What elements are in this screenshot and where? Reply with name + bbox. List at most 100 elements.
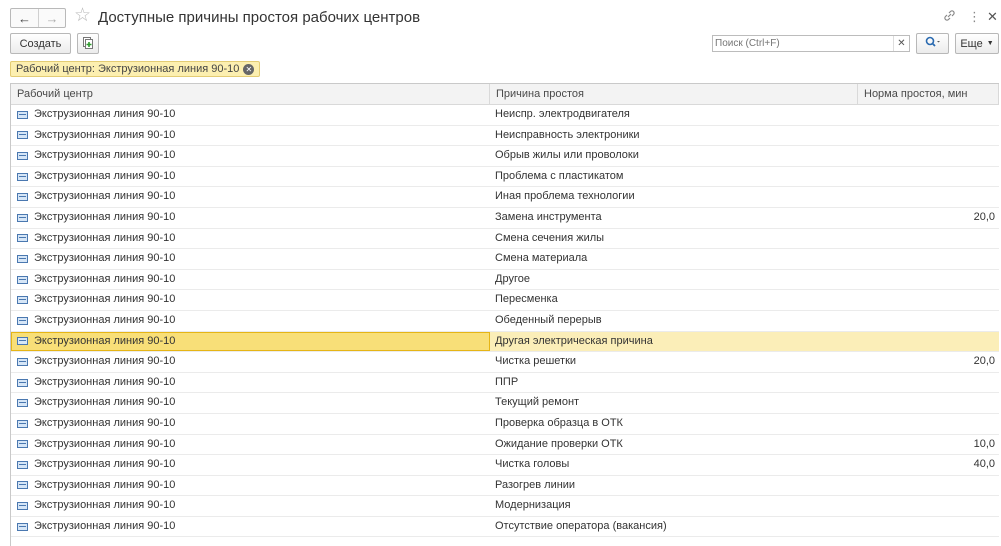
table-row[interactable]: Экструзионная линия 90-10 Ожидание провер… (11, 435, 999, 456)
create-button[interactable]: Создать (10, 33, 71, 54)
cell-downtime-reason[interactable]: Проблема с пластикатом (490, 167, 858, 187)
table-row[interactable]: Экструзионная линия 90-10 Пересменка (11, 290, 999, 311)
cell-downtime-reason[interactable]: Обрыв жилы или проволоки (490, 146, 858, 166)
cell-downtime-reason[interactable]: Смена сечения жилы (490, 229, 858, 249)
cell-work-center[interactable]: Экструзионная линия 90-10 (11, 290, 490, 310)
cell-work-center[interactable]: Экструзионная линия 90-10 (11, 373, 490, 393)
forward-button[interactable]: → (38, 9, 65, 27)
cell-downtime-reason[interactable]: Замена инструмента (490, 208, 858, 228)
cell-downtime-reason[interactable]: Другая электрическая причина (490, 332, 858, 352)
cell-work-center[interactable]: Экструзионная линия 90-10 (11, 105, 490, 125)
cell-work-center[interactable]: Экструзионная линия 90-10 (11, 517, 490, 537)
cell-downtime-reason[interactable]: Текущий ремонт (490, 393, 858, 413)
cell-work-center[interactable]: Экструзионная линия 90-10 (11, 414, 490, 434)
cell-downtime-reason[interactable]: Неисправность электроники (490, 126, 858, 146)
cell-downtime-reason[interactable]: Чистка решетки (490, 352, 858, 372)
cell-work-center[interactable]: Экструзионная линия 90-10 (11, 249, 490, 269)
cell-work-center[interactable]: Экструзионная линия 90-10 (11, 435, 490, 455)
cell-work-center[interactable]: Экструзионная линия 90-10 (11, 331, 490, 352)
cell-downtime-norm[interactable] (858, 249, 999, 269)
table-row[interactable]: Экструзионная линия 90-10 Текущий ремонт (11, 393, 999, 414)
cell-work-center[interactable]: Экструзионная линия 90-10 (11, 496, 490, 516)
cell-work-center[interactable]: Экструзионная линия 90-10 (11, 229, 490, 249)
table-row[interactable]: Экструзионная линия 90-10 ППР (11, 373, 999, 394)
link-icon[interactable] (943, 9, 956, 26)
cell-downtime-norm[interactable] (858, 229, 999, 249)
cell-downtime-reason[interactable]: Другое (490, 270, 858, 290)
cell-work-center[interactable]: Экструзионная линия 90-10 (11, 146, 490, 166)
cell-work-center[interactable]: Экструзионная линия 90-10 (11, 126, 490, 146)
table-row[interactable]: Экструзионная линия 90-10 Другое (11, 270, 999, 291)
cell-work-center[interactable]: Экструзионная линия 90-10 (11, 476, 490, 496)
column-header-downtime-reason[interactable]: Причина простоя (490, 84, 858, 104)
table-row[interactable]: Экструзионная линия 90-10 Иная проблема т… (11, 187, 999, 208)
cell-downtime-norm[interactable] (858, 393, 999, 413)
cell-work-center[interactable]: Экструзионная линия 90-10 (11, 393, 490, 413)
cell-work-center[interactable]: Экструзионная линия 90-10 (11, 270, 490, 290)
cell-downtime-reason[interactable]: ППР (490, 373, 858, 393)
cell-downtime-norm[interactable]: 40,0 (858, 455, 999, 475)
table-row[interactable]: Экструзионная линия 90-10 Разогрев линии (11, 476, 999, 497)
cell-downtime-norm[interactable] (858, 270, 999, 290)
cell-downtime-reason[interactable]: Смена материала (490, 249, 858, 269)
table-row[interactable]: Экструзионная линия 90-10 Смена материала (11, 249, 999, 270)
table-row[interactable]: Экструзионная линия 90-10 Другая электрич… (11, 331, 999, 353)
cell-downtime-reason[interactable]: Модернизация (490, 496, 858, 516)
table-row[interactable]: Экструзионная линия 90-10 Чистка головы 40… (11, 455, 999, 476)
table-row[interactable]: Экструзионная линия 90-10 Модернизация (11, 496, 999, 517)
close-icon[interactable]: ✕ (987, 9, 998, 25)
table-row[interactable]: Экструзионная линия 90-10 Неиспр. электро… (11, 105, 999, 126)
table-row[interactable]: Экструзионная линия 90-10 Чистка решетки 2… (11, 352, 999, 373)
cell-downtime-norm[interactable] (858, 311, 999, 331)
back-button[interactable]: ← (11, 9, 38, 27)
cell-work-center[interactable]: Экструзионная линия 90-10 (11, 167, 490, 187)
cell-downtime-reason[interactable]: Ожидание проверки ОТК (490, 435, 858, 455)
search-button[interactable] (916, 33, 949, 54)
table-row[interactable]: Экструзионная линия 90-10 Замена инструме… (11, 208, 999, 229)
cell-work-center[interactable]: Экструзионная линия 90-10 (11, 208, 490, 228)
cell-downtime-reason[interactable]: Проверка образца в ОТК (490, 414, 858, 434)
more-actions-button[interactable]: Еще ▼ (955, 33, 999, 54)
cell-downtime-reason[interactable]: Отсутствие оператора (вакансия) (490, 517, 858, 537)
cell-downtime-norm[interactable] (858, 187, 999, 207)
table-row[interactable]: Экструзионная линия 90-10 Смена сечения ж… (11, 229, 999, 250)
more-vertical-icon[interactable]: ⋮ (968, 9, 981, 25)
column-header-downtime-norm[interactable]: Норма простоя, мин (858, 84, 999, 104)
column-header-work-center[interactable]: Рабочий центр (11, 84, 490, 104)
table-row[interactable]: Экструзионная линия 90-10 Проверка образц… (11, 414, 999, 435)
star-icon[interactable]: ☆ (74, 6, 91, 26)
cell-downtime-reason[interactable]: Иная проблема технологии (490, 187, 858, 207)
remove-filter-icon[interactable]: ✕ (243, 63, 255, 75)
cell-downtime-norm[interactable]: 20,0 (858, 208, 999, 228)
cell-downtime-norm[interactable] (858, 476, 999, 496)
table-row[interactable]: Экструзионная линия 90-10 Отсутствие опер… (11, 517, 999, 538)
cell-downtime-norm[interactable]: 20,0 (858, 352, 999, 372)
cell-work-center[interactable]: Экструзионная линия 90-10 (11, 455, 490, 475)
cell-downtime-norm[interactable] (858, 105, 999, 125)
cell-downtime-norm[interactable] (858, 146, 999, 166)
table-row[interactable]: Экструзионная линия 90-10 Проблема с плас… (11, 167, 999, 188)
cell-downtime-reason[interactable]: Разогрев линии (490, 476, 858, 496)
cell-downtime-reason[interactable]: Обеденный перерыв (490, 311, 858, 331)
cell-downtime-reason[interactable]: Пересменка (490, 290, 858, 310)
clear-search-button[interactable]: ✕ (893, 36, 909, 51)
search-input[interactable] (713, 36, 895, 51)
cell-downtime-norm[interactable] (858, 414, 999, 434)
cell-downtime-norm[interactable]: 10,0 (858, 435, 999, 455)
cell-downtime-norm[interactable] (858, 373, 999, 393)
cell-work-center[interactable]: Экструзионная линия 90-10 (11, 352, 490, 372)
filter-chip[interactable]: Рабочий центр: Экструзионная линия 90-10… (10, 61, 261, 77)
cell-downtime-norm[interactable] (858, 167, 999, 187)
cell-downtime-norm[interactable] (858, 496, 999, 516)
table-row[interactable]: Экструзионная линия 90-10 Обрыв жилы или … (11, 146, 999, 167)
cell-downtime-reason[interactable]: Чистка головы (490, 455, 858, 475)
search-field[interactable]: ✕ (712, 35, 910, 52)
cell-work-center[interactable]: Экструзионная линия 90-10 (11, 311, 490, 331)
cell-downtime-norm[interactable] (858, 332, 999, 352)
cell-downtime-norm[interactable] (858, 126, 999, 146)
cell-downtime-norm[interactable] (858, 290, 999, 310)
cell-downtime-reason[interactable]: Неиспр. электродвигателя (490, 105, 858, 125)
cell-downtime-norm[interactable] (858, 517, 999, 537)
copy-add-button[interactable] (77, 33, 99, 54)
cell-work-center[interactable]: Экструзионная линия 90-10 (11, 187, 490, 207)
